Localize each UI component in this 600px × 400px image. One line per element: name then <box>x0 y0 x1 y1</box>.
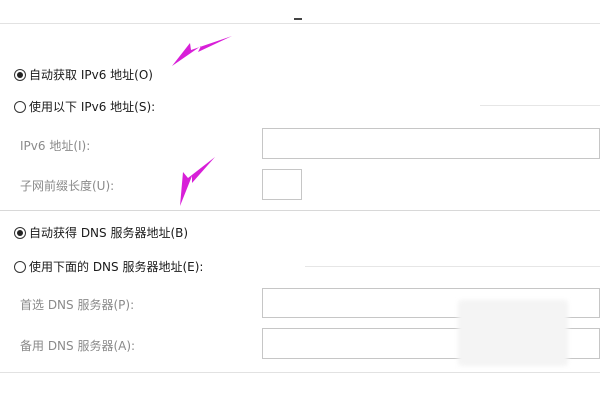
arrow-icon-lower <box>180 157 215 206</box>
arrow-icon-upper <box>172 36 232 66</box>
annotation-arrows <box>172 36 232 206</box>
